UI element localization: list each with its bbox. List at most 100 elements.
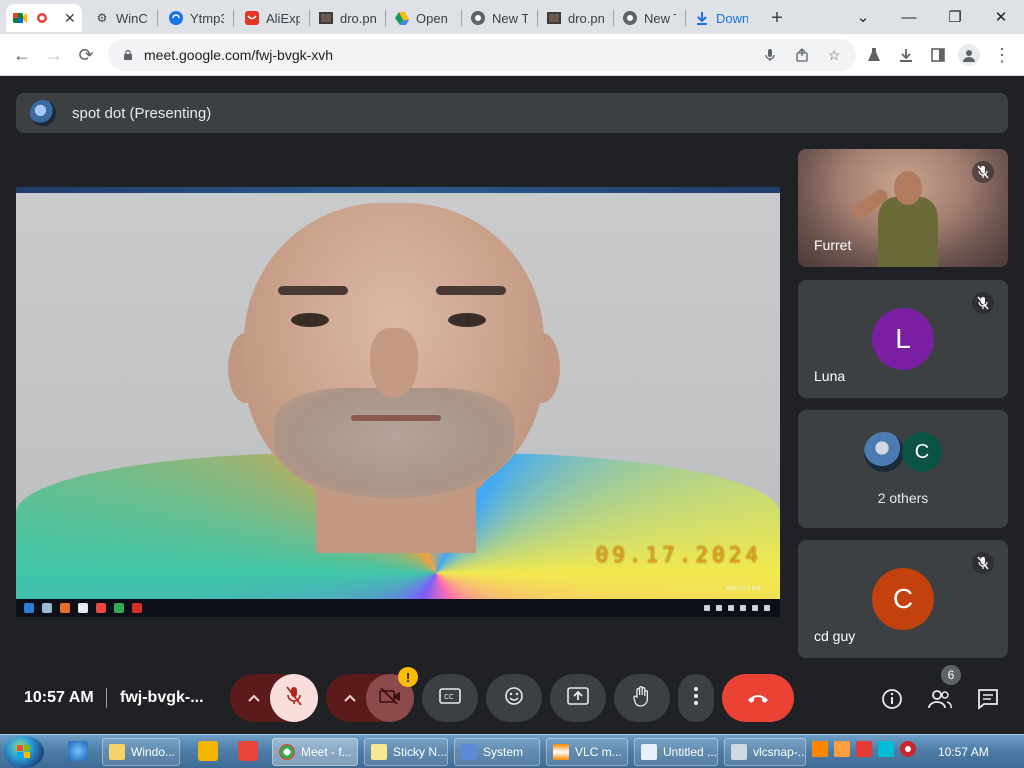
audio-options-button[interactable] [234, 674, 274, 722]
meet-stage-area: spot dot (Presenting) 09.17.2024 RECYCLE… [0, 77, 1024, 734]
chat-icon[interactable] [976, 687, 1000, 711]
presenting-label: spot dot (Presenting) [72, 104, 212, 122]
video-options-button[interactable] [330, 674, 370, 722]
meeting-clock: 10:57 AM [24, 689, 94, 706]
taskbar-label: vlcsnap-... [753, 745, 806, 759]
tab-label: Down [716, 10, 748, 26]
url-text: meet.google.com/fwj-bvgk-xvh [144, 47, 334, 63]
camera-off-icon [379, 686, 401, 710]
arrow-right-icon: → [45, 44, 63, 65]
taskbar-item-windows[interactable]: Windo... [102, 738, 180, 766]
taskbar-item-sticky-notes[interactable]: Sticky N... [364, 738, 448, 766]
ytmp3-icon [168, 10, 184, 26]
reload-button[interactable]: ⟳ [72, 41, 100, 69]
tab-divider [309, 10, 310, 26]
taskbar-item-vlcsnap[interactable]: vlcsnap-... [724, 738, 806, 766]
tab-dro-png-1[interactable]: dro.pn [312, 4, 382, 32]
taskbar-item-meet[interactable]: Meet - f... [272, 738, 358, 766]
tab-divider [157, 10, 158, 26]
monitor-icon[interactable] [878, 741, 894, 757]
chevron-down-icon: ⌄ [856, 9, 870, 26]
vlc-tray-icon[interactable] [834, 741, 850, 757]
taskbar-clock[interactable]: 10:57 AM [938, 745, 989, 759]
bookmark-star-icon[interactable]: ☆ [824, 45, 844, 65]
extensions-flask-icon[interactable] [864, 45, 884, 65]
mouth [351, 415, 441, 421]
tab-ytmp3[interactable]: Ytmp3 [162, 4, 230, 32]
participant-tile-others[interactable]: C 2 others [798, 410, 1008, 528]
vlc-tray-icon[interactable] [812, 741, 828, 757]
shared-screen[interactable]: 09.17.2024 RECYCLE BIN [16, 187, 780, 617]
tab-meet[interactable]: ✕ [6, 4, 82, 32]
download-icon[interactable] [896, 45, 916, 65]
close-tab-icon[interactable]: ✕ [64, 10, 76, 27]
new-tab-button[interactable]: + [764, 4, 790, 32]
tab-wincc[interactable]: ⚙ WinCC [88, 4, 154, 32]
avatar: C [902, 432, 942, 472]
tab-label: AliExp [266, 10, 300, 26]
image-viewer-icon [731, 744, 747, 760]
participant-tile-cd-guy[interactable]: C cd guy [798, 540, 1008, 658]
restore-icon: ❐ [948, 9, 962, 26]
reactions-button[interactable] [486, 674, 542, 722]
side-panel-icon[interactable] [928, 45, 948, 65]
tab-divider [233, 10, 234, 26]
tab-search-button[interactable]: ⌄ [840, 0, 886, 34]
avatar: C [872, 568, 934, 630]
tab-aliexpress[interactable]: AliExp [238, 4, 306, 32]
media-player-icon[interactable] [198, 741, 218, 761]
meeting-details-icon[interactable] [880, 687, 904, 711]
profile-avatar-icon[interactable] [958, 44, 980, 66]
tab-downloads[interactable]: Down [688, 4, 754, 32]
tab-open[interactable]: Open [388, 4, 458, 32]
participant-tile-furret[interactable]: Furret [798, 149, 1008, 267]
windows-taskbar: Windo... Meet - f... Sticky N... System … [0, 734, 1024, 768]
microphone-icon[interactable] [760, 45, 780, 65]
taskbar-item-vlc[interactable]: VLC m... [546, 738, 628, 766]
forward-button[interactable]: → [40, 41, 68, 69]
beard [274, 388, 514, 498]
internet-explorer-icon[interactable] [68, 741, 88, 761]
captions-button[interactable]: CC [422, 674, 478, 722]
tab-divider [385, 10, 386, 26]
taskbar-item-system[interactable]: System [454, 738, 540, 766]
more-options-button[interactable] [678, 674, 714, 722]
share-icon[interactable] [792, 45, 812, 65]
restore-button[interactable]: ❐ [932, 0, 978, 34]
flag-icon[interactable] [856, 741, 872, 757]
address-bar[interactable]: meet.google.com/fwj-bvgk-xvh ☆ [108, 39, 856, 71]
image-icon [318, 10, 334, 26]
app-icon[interactable] [238, 741, 258, 761]
kebab-menu-icon[interactable]: ⋮ [992, 45, 1012, 65]
chrome-icon [622, 10, 638, 26]
folder-icon [109, 744, 125, 760]
tab-new-tab-2[interactable]: New T [616, 4, 682, 32]
present-screen-button[interactable] [550, 674, 606, 722]
raise-hand-button[interactable] [614, 674, 670, 722]
chrome-icon [470, 10, 486, 26]
start-button[interactable] [4, 736, 44, 768]
close-window-button[interactable]: ✕ [978, 0, 1024, 34]
minimize-button[interactable]: — [886, 0, 932, 34]
taskbar-item-untitled[interactable]: Untitled ... [634, 738, 718, 766]
tab-label: Open [416, 10, 448, 26]
tab-new-tab-1[interactable]: New T [464, 4, 534, 32]
svg-text:CC: CC [444, 693, 454, 701]
right-eyebrow [436, 286, 506, 295]
avatar: L [872, 308, 934, 370]
participant-tile-luna[interactable]: L Luna [798, 280, 1008, 398]
download-icon [694, 10, 710, 26]
taskbar-label: Untitled ... [663, 745, 718, 759]
people-icon[interactable] [928, 687, 952, 711]
back-button[interactable]: ← [8, 41, 36, 69]
leave-call-button[interactable] [722, 674, 794, 722]
microphone-toggle-button[interactable] [270, 674, 318, 722]
system-tray [812, 741, 916, 757]
meeting-code[interactable]: fwj-bvgk-... [120, 689, 204, 707]
record-icon[interactable] [900, 741, 916, 757]
participant-name: cd guy [814, 628, 856, 644]
chrome-icon [279, 744, 295, 760]
tab-dro-png-2[interactable]: dro.pn [540, 4, 610, 32]
divider [106, 688, 107, 708]
tab-divider [613, 10, 614, 26]
